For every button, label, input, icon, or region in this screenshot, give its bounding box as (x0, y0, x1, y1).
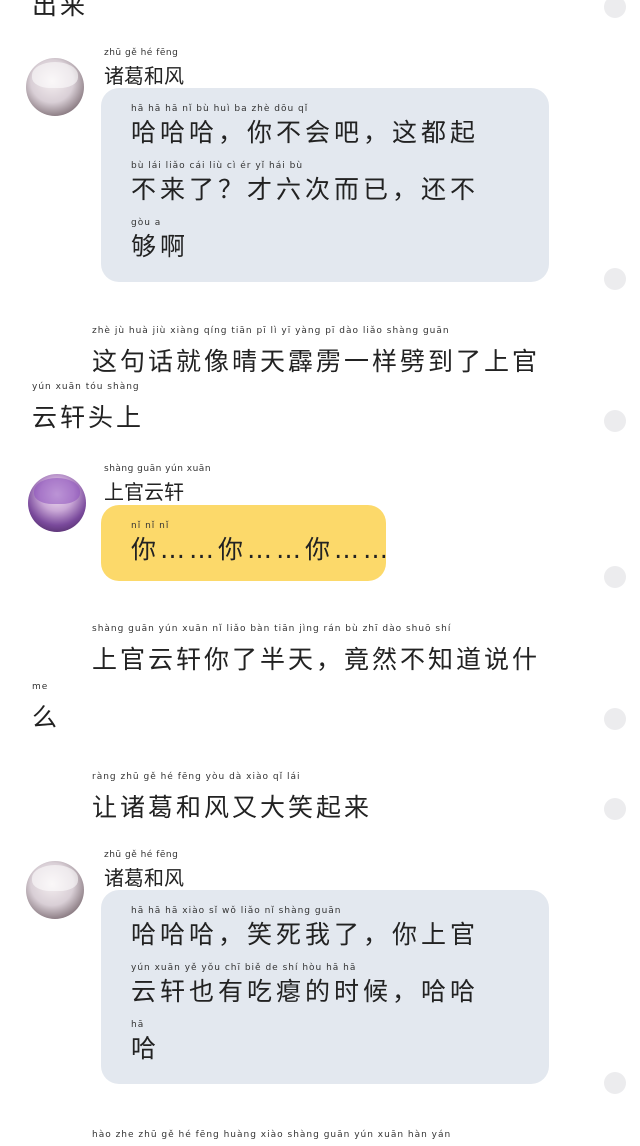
message-line: yún xuān yě yǒu chī biě de shí hòu hā hā… (131, 963, 480, 1006)
message-bubble[interactable]: hā hā hā nǐ bù huì ba zhè dōu qǐ 哈哈哈，你不会… (101, 88, 549, 282)
message-line: hā 哈 (131, 1020, 161, 1063)
speaker-name-shangguan: shàng guān yún xuān 上官云轩 (104, 464, 212, 504)
message-bubble[interactable]: hā hā hā xiào sǐ wǒ liǎo nǐ shàng guān 哈… (101, 890, 549, 1084)
speaker-name-zhuge: zhū gě hé fēng 诸葛和风 (104, 850, 184, 890)
message-line: nǐ nǐ nǐ 你……你……你…… (131, 521, 393, 564)
scroll-dot (604, 410, 626, 432)
narration-line: zhè jù huà jiù xiàng qíng tiān pī lì yī … (92, 326, 541, 376)
scroll-dot (604, 708, 626, 730)
scroll-dot (604, 798, 626, 820)
message-line: bù lái liǎo cái liù cì ér yǐ hái bù 不来了？… (131, 161, 480, 204)
speaker-name-zhuge: zhū gě hé fēng 诸葛和风 (104, 48, 184, 88)
scroll-dot (604, 1072, 626, 1094)
message-bubble[interactable]: nǐ nǐ nǐ 你……你……你…… (101, 505, 388, 581)
narration-line: me 么 (32, 682, 61, 732)
cut-off-text-top: 出来 (32, 0, 89, 20)
narration-line: shàng guān yún xuān nǐ liǎo bàn tiān jìn… (92, 624, 541, 674)
narration-line: ràng zhū gě hé fēng yòu dà xiào qǐ lái 让… (92, 772, 373, 822)
scroll-dot (604, 0, 626, 18)
scroll-dot (604, 268, 626, 290)
scroll-dot (604, 566, 626, 588)
avatar-zhuge[interactable] (26, 58, 84, 116)
avatar-shangguan[interactable] (28, 474, 86, 532)
avatar-zhuge[interactable] (26, 861, 84, 919)
narration-line: yún xuān tóu shàng 云轩头上 (32, 382, 145, 432)
message-line: gòu a 够啊 (131, 218, 190, 261)
